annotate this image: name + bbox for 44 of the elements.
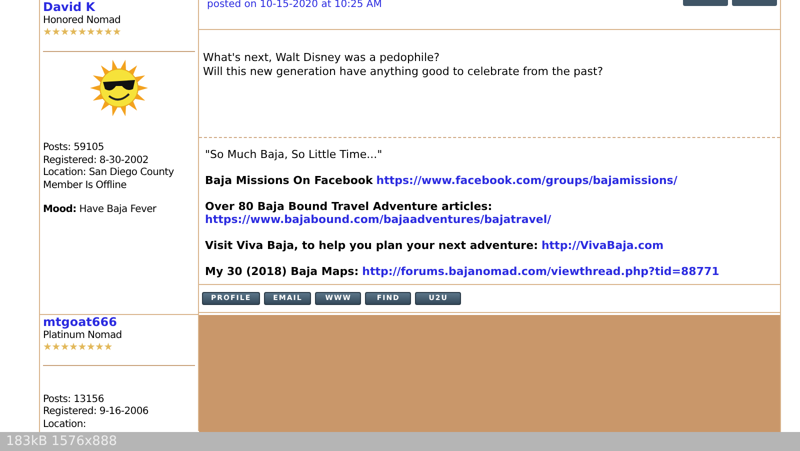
member-stat: Registered: 9-16-2006: [43, 406, 150, 418]
star-icon: ★: [60, 27, 70, 38]
member-stat: Posts: 13156: [43, 394, 105, 406]
message-text: Will this new generation have anything good to celebrate from the past?: [203, 64, 604, 78]
star-icon: ★: [104, 342, 112, 352]
member-mood: Mood: Have Baja Fever: [43, 204, 158, 215]
star-icon: ★: [104, 27, 112, 38]
member-stat: Registered: 8-30-2002: [43, 154, 150, 167]
member-stat: Location:: [43, 418, 87, 431]
star-icon: ★: [60, 342, 70, 352]
star-icon: ★: [43, 342, 52, 352]
post-action-button[interactable]: [732, 0, 777, 6]
star-icon: ★: [86, 27, 96, 38]
star-icon: ★: [69, 27, 78, 38]
star-icon: ★: [52, 27, 60, 38]
signature-link[interactable]: http://VivaBaja.com: [541, 239, 664, 252]
member-stat: Member Is Offline: [43, 180, 128, 192]
member-stat: Location: San Diego County: [43, 167, 175, 180]
star-icon: ★: [95, 342, 104, 352]
signature-link[interactable]: http://forums.bajanomad.com/viewthread.php?tid=88771: [362, 265, 720, 278]
star-icon: ★: [95, 27, 104, 38]
star-icon: ★: [52, 342, 60, 352]
sun-with-sunglasses-icon: [89, 58, 149, 118]
author-name[interactable]: David K: [43, 0, 195, 14]
signature-line: Baja Missions On Facebook https://www.facebook.com/groups/bajamissions/: [205, 174, 678, 187]
signature-quote: "So Much Baja, So Little Time...": [205, 148, 384, 161]
signature-link[interactable]: https://www.bajabound.com/bajaadventures/bajatravel/: [205, 213, 552, 226]
author-name[interactable]: mtgoat666: [43, 314, 195, 328]
signature-line: Over 80 Baja Bound Travel Adventure articles: https://www.bajabound.com/bajaadventures/bajatravel/: [205, 200, 552, 226]
star-icon: ★: [78, 342, 86, 352]
member-rank: Honored Nomad: [43, 14, 122, 27]
star-icon: ★: [78, 27, 86, 38]
image-info-bar: 183kB 1576x888: [0, 432, 800, 451]
star-icon: ★: [86, 342, 96, 352]
member-rank: Platinum Nomad: [43, 328, 123, 342]
star-icon: ★: [69, 342, 78, 352]
signature-line: Visit Viva Baja, to help you plan your next adventure: http://VivaBaja.com: [205, 239, 665, 252]
member-stat: Posts: 59105: [43, 142, 105, 154]
star-icon: ★: [112, 27, 122, 38]
star-icon: ★: [43, 27, 52, 38]
message-text: What's next, Walt Disney was a pedophile?: [203, 51, 441, 64]
signature-line: My 30 (2018) Baja Maps: http://forums.bajanomad.com/viewthread.php?tid=88771: [205, 265, 720, 278]
signature-link[interactable]: https://www.facebook.com/groups/bajamissions/: [376, 174, 678, 187]
post-action-button[interactable]: [683, 0, 728, 6]
